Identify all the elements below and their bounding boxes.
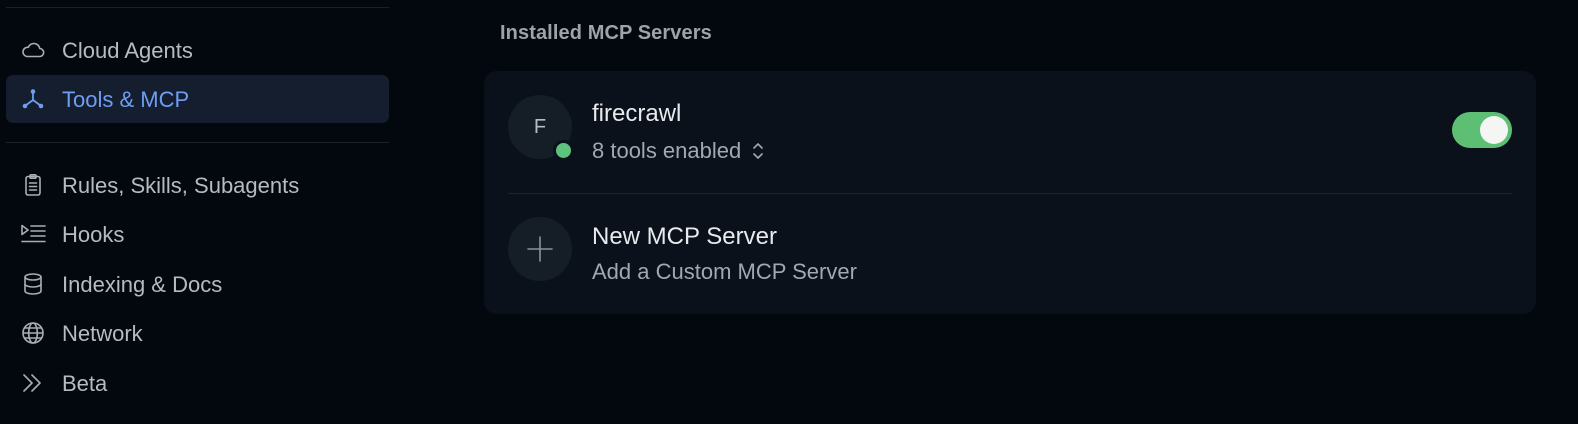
sidebar-item-indexing-docs[interactable]: Indexing & Docs bbox=[6, 260, 389, 308]
sidebar-item-label: Network bbox=[62, 321, 143, 346]
sidebar: Cloud Agents Tools & MCP Rules, Skills, … bbox=[0, 0, 396, 424]
tools-mcp-icon bbox=[20, 87, 46, 111]
status-indicator bbox=[553, 140, 574, 161]
sidebar-item-label: Tools & MCP bbox=[62, 87, 190, 112]
sidebar-item-cloud-agents[interactable]: Cloud Agents bbox=[6, 26, 389, 74]
tools-selector[interactable]: 8 tools enabled bbox=[592, 137, 765, 165]
sidebar-divider-top bbox=[6, 7, 389, 8]
row-divider bbox=[508, 193, 1512, 194]
server-enabled-toggle[interactable] bbox=[1452, 112, 1512, 148]
mcp-server-row: F firecrawl 8 tools enabled bbox=[484, 71, 1536, 193]
plus-icon bbox=[527, 236, 553, 262]
sidebar-item-label: Beta bbox=[62, 371, 108, 396]
database-icon bbox=[20, 272, 46, 296]
new-mcp-server-button[interactable]: New MCP Server Add a Custom MCP Server bbox=[484, 195, 1536, 314]
toggle-knob bbox=[1480, 116, 1508, 144]
chevron-up-down-icon bbox=[753, 143, 764, 159]
sidebar-item-network[interactable]: Network bbox=[6, 309, 389, 357]
mcp-servers-card: F firecrawl 8 tools enabled New MCP Serv… bbox=[484, 71, 1536, 314]
sidebar-item-rules[interactable]: Rules, Skills, Subagents bbox=[6, 161, 389, 209]
sidebar-divider bbox=[6, 142, 389, 143]
sidebar-item-label: Rules, Skills, Subagents bbox=[62, 173, 300, 198]
sidebar-item-label: Cloud Agents bbox=[62, 38, 193, 63]
server-name: firecrawl bbox=[592, 100, 682, 127]
add-circle bbox=[508, 217, 572, 281]
sidebar-item-label: Indexing & Docs bbox=[62, 272, 223, 297]
sidebar-item-beta[interactable]: Beta bbox=[6, 359, 389, 407]
sidebar-item-label: Hooks bbox=[62, 222, 125, 247]
settings-window: Cloud Agents Tools & MCP Rules, Skills, … bbox=[0, 0, 1578, 424]
hooks-list-icon bbox=[20, 222, 46, 246]
sidebar-item-tools-mcp[interactable]: Tools & MCP bbox=[6, 75, 389, 123]
sidebar-item-hooks[interactable]: Hooks bbox=[6, 210, 389, 258]
tools-enabled-label: 8 tools enabled bbox=[592, 138, 742, 163]
double-chevron-right-icon bbox=[20, 371, 46, 395]
new-server-subtitle: Add a Custom MCP Server bbox=[592, 259, 857, 284]
clipboard-icon bbox=[20, 173, 46, 197]
globe-icon bbox=[20, 321, 46, 345]
new-server-title: New MCP Server bbox=[592, 223, 777, 250]
section-title: Installed MCP Servers bbox=[500, 22, 712, 44]
cloud-icon bbox=[20, 38, 46, 62]
